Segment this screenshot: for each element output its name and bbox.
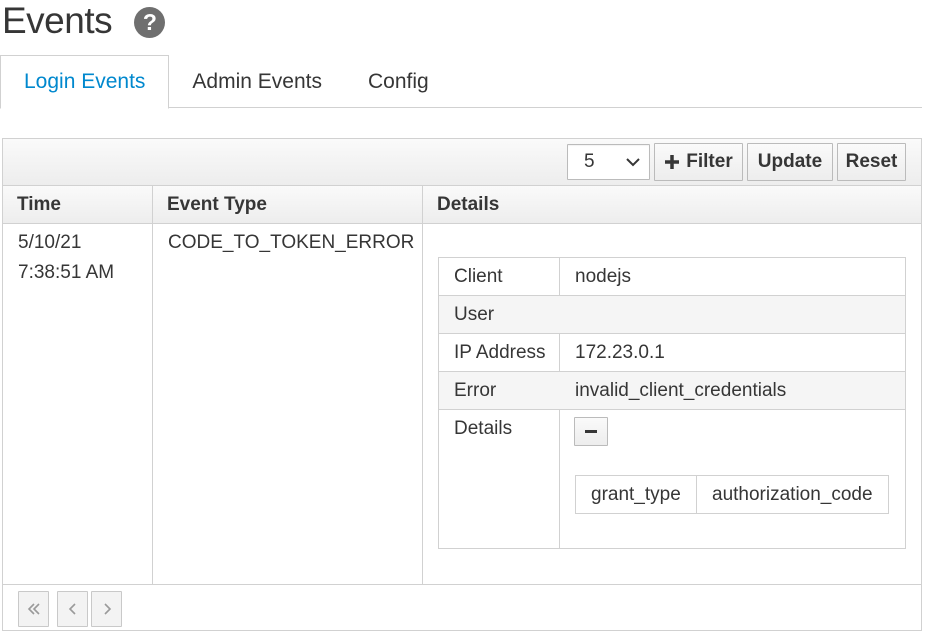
column-header-time: Time <box>17 193 62 215</box>
details-extra-table: grant_type authorization_code <box>575 475 889 514</box>
tab-admin-events[interactable]: Admin Events <box>169 55 345 108</box>
plus-icon <box>665 155 680 169</box>
help-icon[interactable]: ? <box>134 6 166 38</box>
event-details-table: Client nodejs User IP Address 172.23.0.1… <box>438 257 906 549</box>
details-label: Error <box>454 379 497 401</box>
event-date: 5/10/21 <box>18 232 82 253</box>
column-divider <box>152 186 153 584</box>
next-page-button[interactable] <box>91 591 122 627</box>
event-time: 7:38:51 AM <box>18 262 115 283</box>
details-row-details: Details grant_type authorization_code <box>439 410 905 548</box>
details-row-client: Client nodejs <box>439 258 905 296</box>
pagination <box>3 584 921 630</box>
first-page-button[interactable] <box>18 591 49 627</box>
chevron-left-icon <box>68 603 76 615</box>
table-toolbar: 5 Filter Update Reset <box>3 139 921 186</box>
details-label: Details <box>454 417 513 439</box>
event-type: CODE_TO_TOKEN_ERROR <box>168 232 415 253</box>
tab-config[interactable]: Config <box>345 55 452 108</box>
details-label: IP Address <box>454 341 546 363</box>
column-header-event-type: Event Type <box>167 193 267 215</box>
details-label: User <box>454 303 495 325</box>
filter-button[interactable]: Filter <box>654 143 743 181</box>
page-title: Events <box>2 0 113 41</box>
details-value: nodejs <box>575 265 631 287</box>
details-row-ip-address: IP Address 172.23.0.1 <box>439 334 905 372</box>
events-table-panel: 5 Filter Update Reset Time Event Type De… <box>2 138 922 631</box>
column-header-details: Details <box>437 193 500 215</box>
page-size-select[interactable]: 5 <box>567 144 650 180</box>
filter-button-label: Filter <box>686 151 733 172</box>
extra-key: grant_type <box>591 483 681 505</box>
tab-bar: Login Events Admin Events Config <box>0 55 922 109</box>
column-divider <box>422 186 423 584</box>
extra-value: authorization_code <box>712 483 873 505</box>
table-header: Time Event Type Details <box>3 186 921 224</box>
page-header: Events ? <box>2 0 166 44</box>
details-value: invalid_client_credentials <box>575 379 787 401</box>
previous-page-button[interactable] <box>57 591 88 627</box>
double-chevron-left-icon <box>27 603 40 615</box>
update-button[interactable]: Update <box>747 143 833 181</box>
details-value: 172.23.0.1 <box>575 341 665 363</box>
chevron-down-icon <box>626 158 640 167</box>
tab-login-events[interactable]: Login Events <box>0 55 170 109</box>
page-size-value: 5 <box>584 151 595 172</box>
extra-divider <box>696 476 697 513</box>
reset-button[interactable]: Reset <box>837 143 906 181</box>
minus-icon <box>585 430 597 433</box>
details-label: Client <box>454 265 503 287</box>
chevron-right-icon <box>103 603 111 615</box>
collapse-details-button[interactable] <box>574 417 608 446</box>
details-row-user: User <box>439 296 905 334</box>
details-row-error: Error invalid_client_credentials <box>439 372 905 410</box>
